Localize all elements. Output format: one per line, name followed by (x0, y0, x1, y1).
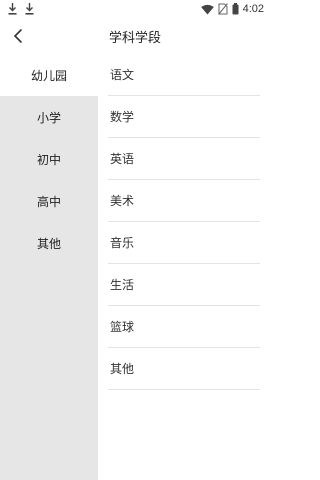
app-bar: 学科学段 (0, 18, 270, 54)
sidebar-item-label: 其他 (36, 236, 61, 251)
status-right: 4:02 (200, 3, 264, 15)
sidebar-item-label: 小学 (36, 110, 61, 125)
status-left (8, 3, 34, 15)
sidebar-item-kindergarten[interactable]: 幼儿园 (0, 54, 98, 96)
no-sim-icon (217, 3, 228, 15)
sidebar-item-senior-high[interactable]: 高中 (0, 180, 98, 222)
status-time: 4:02 (242, 3, 264, 15)
subject-label: 语文 (110, 68, 135, 82)
status-bar: 4:02 (0, 0, 270, 18)
subject-label: 数学 (110, 110, 135, 124)
page-title: 学科学段 (108, 30, 161, 46)
download-icon (8, 3, 17, 15)
sidebar-item-label: 高中 (36, 194, 61, 209)
back-button[interactable] (6, 24, 30, 48)
wifi-icon (200, 4, 214, 14)
subject-item-art[interactable]: 美术 (108, 180, 260, 222)
sidebar-item-other[interactable]: 其他 (0, 222, 98, 264)
subject-item-chinese[interactable]: 语文 (108, 54, 260, 96)
subject-label: 美术 (110, 194, 135, 208)
subject-item-math[interactable]: 数学 (108, 96, 260, 138)
subject-item-basketball[interactable]: 篮球 (108, 306, 260, 348)
subject-item-english[interactable]: 英语 (108, 138, 260, 180)
sidebar-item-junior-high[interactable]: 初中 (0, 138, 98, 180)
download-icon (25, 3, 34, 15)
subject-label: 英语 (110, 152, 135, 166)
subject-label: 音乐 (110, 236, 135, 250)
chevron-left-icon (13, 29, 22, 43)
subject-list: 语文 数学 英语 美术 音乐 生活 篮球 其他 (98, 54, 270, 480)
subject-label: 生活 (110, 278, 135, 292)
subject-label: 篮球 (110, 320, 135, 334)
sidebar-item-label: 幼儿园 (30, 68, 67, 83)
subject-item-life[interactable]: 生活 (108, 264, 260, 306)
sidebar-item-primary[interactable]: 小学 (0, 96, 98, 138)
subject-item-music[interactable]: 音乐 (108, 222, 260, 264)
stage-sidebar: 幼儿园 小学 初中 高中 其他 (0, 54, 98, 480)
subject-item-other[interactable]: 其他 (108, 348, 260, 390)
battery-icon (232, 3, 239, 15)
subject-label: 其他 (110, 362, 135, 376)
sidebar-item-label: 初中 (36, 152, 61, 167)
